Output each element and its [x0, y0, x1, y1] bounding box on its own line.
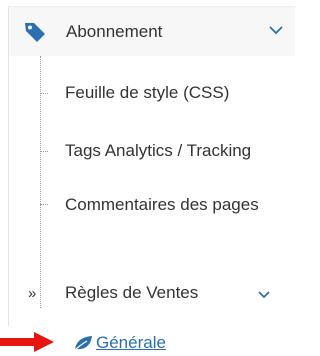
tree-branch — [40, 204, 48, 205]
menu-item-abonnement[interactable]: Abonnement — [8, 6, 295, 56]
tree-branch — [40, 93, 48, 94]
red-arrow-icon — [0, 332, 54, 352]
submenu-item-feuille-de-style[interactable]: Feuille de style (CSS) — [9, 56, 296, 123]
sidebar-menu: Abonnement Feuille de style (CSS) Tags A… — [0, 0, 295, 356]
submenu-item-label: Feuille de style (CSS) — [65, 83, 230, 102]
double-chevron-right-icon: » — [28, 285, 37, 302]
submenu-item-commentaires[interactable]: Commentaires des pages — [9, 182, 296, 262]
tag-icon — [25, 23, 45, 42]
menu-item-abonnement-label: Abonnement — [66, 22, 163, 41]
submenu-abonnement: Feuille de style (CSS) Tags Analytics / … — [8, 56, 295, 326]
submenu-item-tags-analytics[interactable]: Tags Analytics / Tracking — [9, 123, 296, 182]
submenu-item-label: Commentaires des pages — [65, 195, 259, 214]
submenu-item-regles-de-ventes[interactable]: » Règles de Ventes — [9, 262, 296, 326]
submenu-item-label: Règles de Ventes — [65, 283, 199, 302]
submenu-item-generale[interactable]: Générale — [0, 326, 295, 356]
chevron-down-icon[interactable] — [269, 25, 283, 35]
tree-branch — [40, 151, 48, 152]
chevron-down-icon[interactable] — [258, 290, 270, 299]
leaf-icon — [73, 336, 92, 352]
submenu-item-label: Tags Analytics / Tracking — [65, 141, 252, 160]
generale-link[interactable]: Générale — [96, 332, 166, 354]
